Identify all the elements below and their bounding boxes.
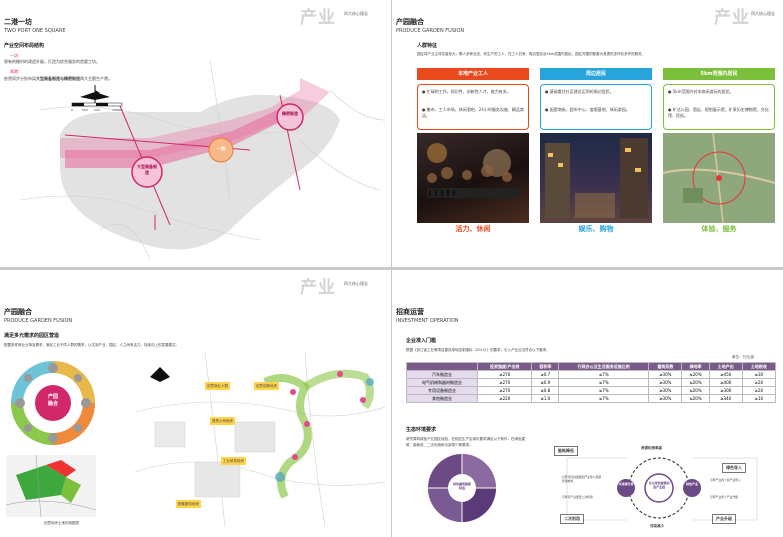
photo-street: 娱乐、购物: [540, 133, 652, 235]
scale-1000: 1000m: [112, 108, 123, 112]
card-5km: ● 5km范围内对本休闲游玩的居民。 ● 旷达公园、酒店、规划展示馆、矿泉历史博…: [663, 84, 775, 130]
note-reuse: 引导引产业能源二次利用: [562, 495, 593, 499]
cycle-center: 长兴绿色智能制造产业园: [648, 481, 670, 489]
eco-text: 研究周构绿色产业园区经验，在相应生产区域可要求满足以下条件：在绿色建筑、能耗低、…: [406, 437, 525, 447]
wheel-center: 绿色建筑智能制造: [453, 482, 472, 490]
card-bullet-2: ● 旷达公园、酒店、规划展示馆、矿泉历史博物馆、文化馆、民俗。: [668, 107, 769, 118]
page-title-en: PRODUCE GARDEN FUSION: [4, 318, 73, 324]
page-title: 招商运营: [396, 308, 424, 316]
note-green: 引导产业各个新产业导入: [710, 478, 741, 482]
box-green: 绿色导入: [722, 463, 746, 473]
card-bullet-1: ● 5km范围内对本休闲游玩的居民。: [668, 89, 734, 94]
scale-bar: [71, 102, 123, 107]
header-sub: 四大核心理念: [751, 11, 775, 16]
street-image: [545, 138, 648, 218]
layout-map: [19, 59, 386, 261]
box-reuse: 二次利用: [560, 514, 584, 524]
note-upgrade: 引导产业各个产业升级: [710, 495, 738, 499]
page-produce-garden-fusion-2: 产业 四大核心理念 产园融合 PRODUCE GARDEN FUSION 满足多…: [0, 270, 391, 537]
photo-caption: 活力、休闲: [417, 223, 529, 235]
card-head-5km: 5km范围内居民: [663, 68, 775, 80]
section-title: 人群特征: [417, 43, 438, 49]
header-brand: 产业: [300, 278, 336, 298]
cycle-left: 可持续开发: [618, 482, 634, 486]
header-brand: 产业: [714, 8, 750, 28]
section-title-2: 生态环境要求: [406, 427, 437, 433]
table-header: 投资强度/产出效 容积率 行政办公及生活服务设施比例 建筑系数 绿地率 土地产出…: [405, 362, 777, 371]
intro-text: 配置多样商业业场及需求，满足工业不同人群的需求，以达到产业、园区、人之间有活力，…: [4, 343, 179, 347]
crowd-image: [427, 143, 519, 198]
card-bullet-2: ● 集市、工人市场、休闲酒吧、24小时服务设施、精品商店。: [422, 107, 524, 118]
map-caption: 创意地块土地利用图表: [44, 521, 79, 525]
scale-500: 500: [94, 108, 100, 112]
node-precise: [276, 103, 304, 131]
table-row: 电气机械和器材制造业 ≥270 ≥0.9 ≤7% ≥30% ≤20% ≥400 ≥20: [405, 378, 777, 387]
node-big-label: 大型装备制造: [137, 164, 157, 175]
page-two-port-one-square: 产业 四大核心理念 二港一坊 TWO PORT ONE SQUARE 产业空间布…: [0, 0, 391, 267]
box-upgrade: 产业升级: [712, 514, 736, 524]
header-sub: 四大核心理念: [344, 281, 368, 286]
photo-caption: 娱乐、购物: [540, 223, 652, 235]
box-energy: 能耗降低: [554, 446, 578, 456]
ring-center-b: 融合: [47, 401, 58, 407]
intro-text: 根据《浙江省工业等项目建设用地控制指标（2014）》的要求，引入产业应当符合以下…: [406, 348, 550, 352]
intro-text: 园区将产业主体总量较大，覆人多种业态，有生产的工人，在工人日常、周边居民及5km…: [417, 52, 646, 56]
cycle-bottom: 污染减小: [650, 524, 664, 528]
section-title: 满足多元需求的园区营造: [4, 333, 60, 339]
photo-satellite: 体验、服务: [663, 133, 775, 235]
page-title-en: PRODUCE GARDEN FUSION: [396, 28, 465, 34]
scale-250: 250: [82, 108, 88, 112]
node-fang-label: 一坊: [216, 147, 226, 152]
label-e: 配套服务地块: [176, 500, 201, 508]
cycle-right: 绿色产业: [685, 482, 698, 486]
page-investment-operation: 招商运营 INVESTMENT OPERATION 企业准入门槛 根据《浙江省工…: [392, 270, 783, 537]
card-residents: ● 基础看往社区就近买到的周边居民。 ● 配套商街、超市中心、度假基地、休闲游园…: [540, 84, 652, 130]
unit-text: 单位：万元/亩: [732, 355, 755, 359]
table-row: 专用设备制造业 ≥270 ≥0.8 ≤7% ≥30% ≤20% ≥300 ≥20: [405, 386, 777, 395]
page-produce-garden-fusion: 产业 四大核心理念 产园融合 PRODUCE GARDEN FUSION 人群特…: [392, 0, 783, 267]
scale-0: 0: [71, 108, 73, 112]
card-head-workers: 本地产业工人: [417, 68, 529, 80]
table-row: 汽车制造业 ≥270 ≥0.7 ≤7% ≥30% ≤20% ≥450 ≥30: [405, 370, 777, 379]
label-b: 创意创新地块: [254, 382, 279, 390]
entry-table: 投资强度/产出效 容积率 行政办公及生活服务设施比例 建筑系数 绿地率 土地产出…: [405, 362, 777, 403]
card-workers: ● 忙碌的工作，知识性、创新性人才，能力有关。 ● 集市、工人市场、休闲酒吧、2…: [417, 84, 529, 130]
page-title-en: INVESTMENT OPERATION: [396, 318, 459, 324]
note-energy: 引导可持续发展的产业导入能源利用效率: [562, 475, 602, 483]
label-c: 提质公司地块: [210, 417, 235, 425]
north-arrow-icon: [80, 85, 110, 105]
land-use-map: [6, 455, 96, 517]
cycle-top: 资源利用率高: [641, 446, 662, 450]
section-title: 企业准入门槛: [406, 338, 437, 344]
master-plan: [135, 352, 385, 527]
label-a: 创意商业人群: [205, 382, 230, 390]
page-title: 产园融合: [396, 18, 424, 26]
card-bullet-2: ● 配套商街、超市中心、度假基地、休闲游园。: [545, 107, 630, 112]
photo-concert: 活力、休闲: [417, 133, 529, 235]
card-head-residents: 周边居民: [540, 68, 652, 80]
photo-caption: 体验、服务: [663, 223, 775, 235]
satellite-image: [663, 133, 775, 224]
table-row: 其他制造业 ≥220 ≥1.0 ≤7% ≥30% ≤20% ≥340 ≥10: [405, 394, 777, 403]
page-title: 产园融合: [4, 308, 32, 316]
card-bullet-1: ● 忙碌的工作，知识性、创新性人才，能力有关。: [422, 89, 511, 94]
node-precise-label: 精密制造: [282, 111, 298, 116]
ring-center-a: 产园: [47, 394, 58, 400]
label-d: 工业研发地块: [221, 457, 246, 465]
card-bullet-1: ● 基础看往社区就近买到的周边居民。: [545, 89, 614, 94]
